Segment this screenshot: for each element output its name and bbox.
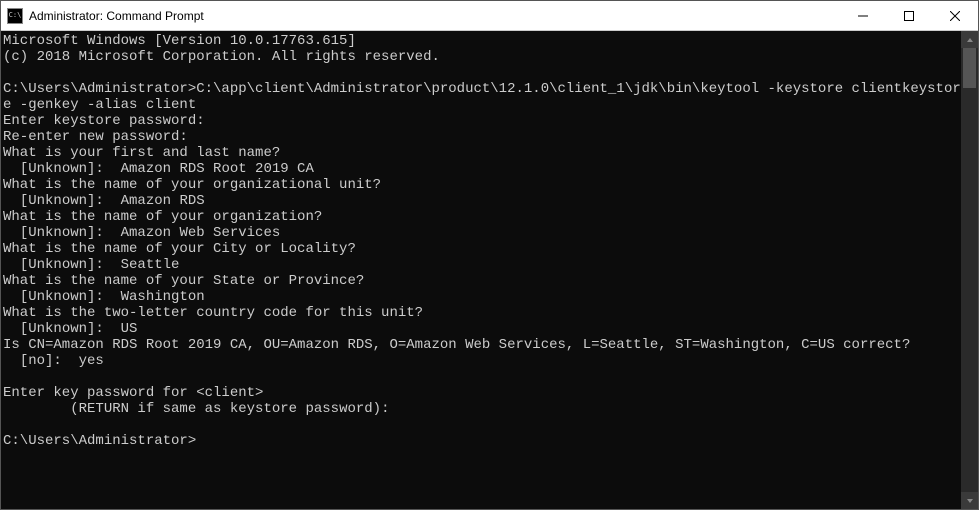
window-controls (840, 1, 978, 30)
maximize-icon (904, 11, 914, 21)
vertical-scrollbar[interactable] (961, 31, 978, 509)
scrollbar-track[interactable] (961, 48, 978, 492)
chevron-up-icon (966, 36, 974, 44)
titlebar[interactable]: C:\ Administrator: Command Prompt (1, 1, 978, 31)
chevron-down-icon (966, 497, 974, 505)
minimize-button[interactable] (840, 1, 886, 30)
scroll-up-button[interactable] (961, 31, 978, 48)
close-icon (950, 11, 960, 21)
window-title: Administrator: Command Prompt (29, 9, 840, 23)
close-button[interactable] (932, 1, 978, 30)
cmd-icon: C:\ (7, 8, 23, 24)
scrollbar-thumb[interactable] (963, 48, 976, 88)
terminal-area: Microsoft Windows [Version 10.0.17763.61… (1, 31, 978, 509)
minimize-icon (858, 11, 868, 21)
terminal-output[interactable]: Microsoft Windows [Version 10.0.17763.61… (1, 31, 961, 509)
maximize-button[interactable] (886, 1, 932, 30)
scroll-down-button[interactable] (961, 492, 978, 509)
